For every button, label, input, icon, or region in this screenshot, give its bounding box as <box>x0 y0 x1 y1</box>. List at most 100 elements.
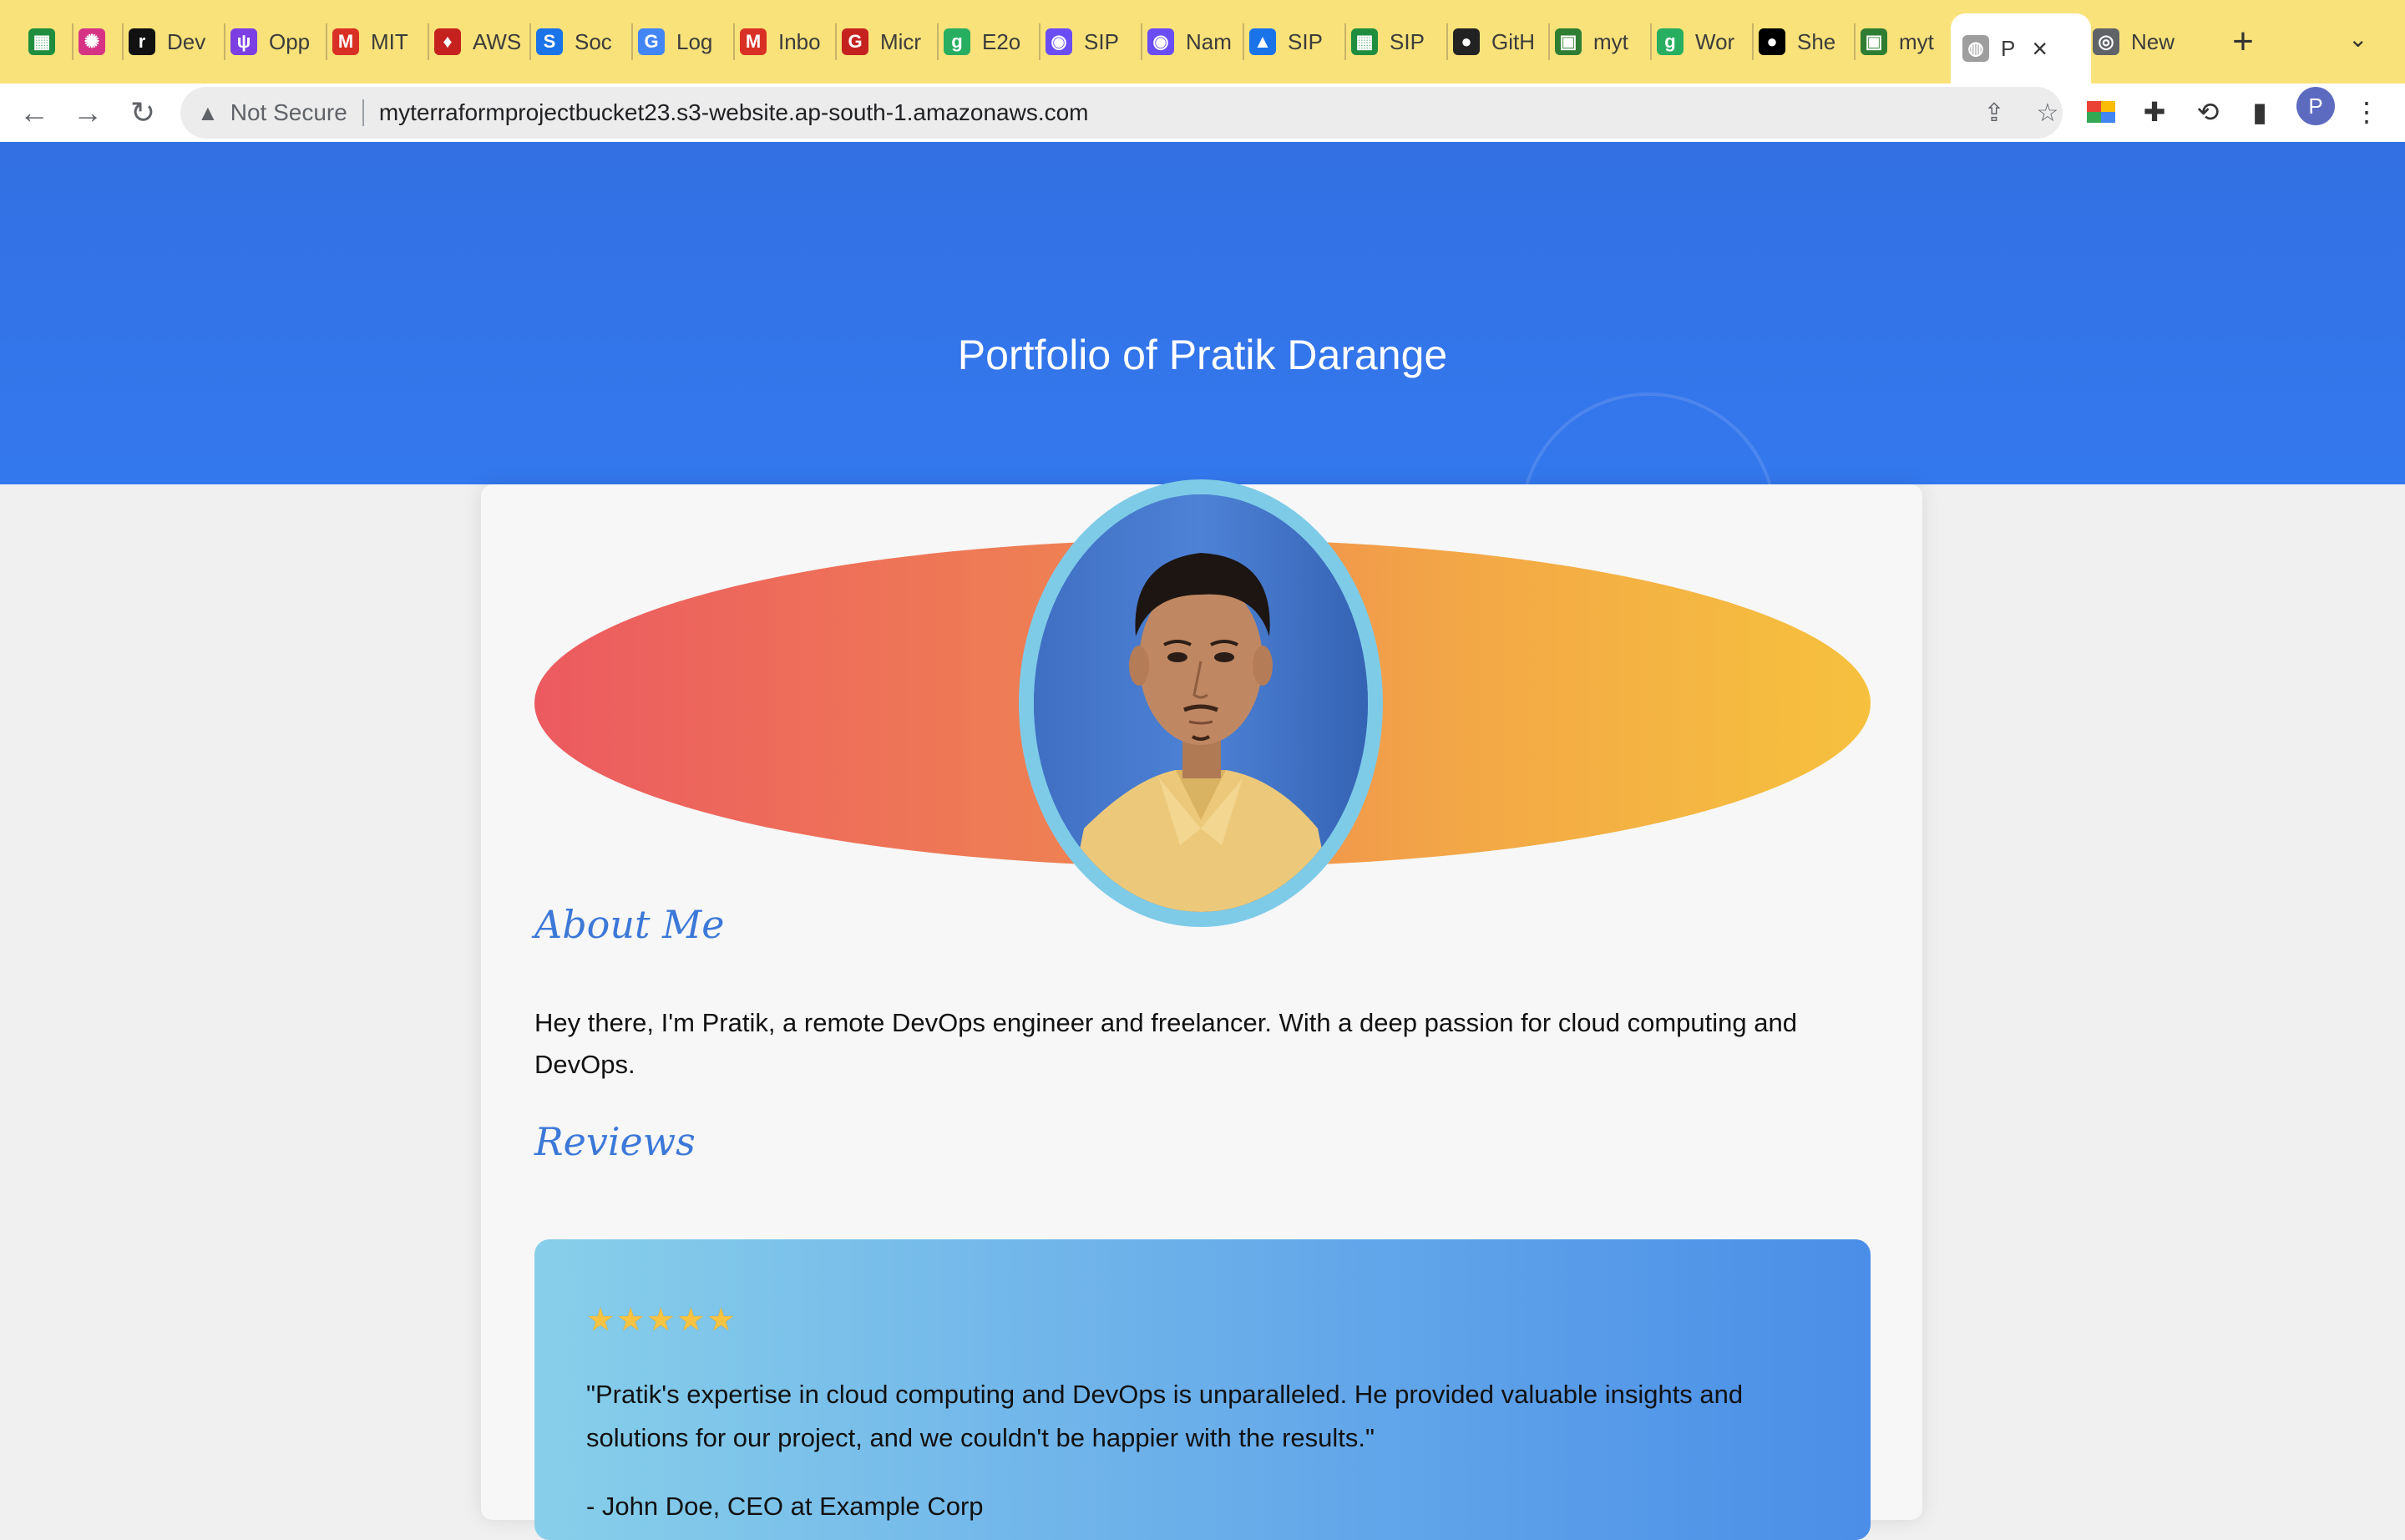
browser-tab[interactable]: G Micr <box>842 23 944 60</box>
tab-separator <box>326 23 327 60</box>
gmail-icon: M <box>740 28 767 55</box>
browser-tab[interactable]: ◎ New <box>2093 23 2195 60</box>
star-icon: ★ <box>646 1303 676 1338</box>
tab-separator <box>631 23 633 60</box>
terraform-icon: ▣ <box>1861 28 1887 55</box>
tab-title: Nam <box>1186 28 1232 54</box>
github-icon: ● <box>1453 28 1480 55</box>
tab-separator <box>937 23 939 60</box>
tab-title: Dev <box>167 28 206 54</box>
tab-separator <box>1344 23 1346 60</box>
tab-title: SIP <box>1390 28 1425 54</box>
aws-icon: ♦ <box>434 28 461 55</box>
tab-title: GitH <box>1491 28 1535 54</box>
star-icon: ★ <box>676 1303 706 1338</box>
extension-colorful-icon[interactable] <box>2083 94 2119 130</box>
star-icon: ★ <box>586 1303 615 1338</box>
tab-title: AWS <box>473 28 522 54</box>
security-label[interactable]: Not Secure <box>230 99 347 126</box>
new-tab-button[interactable]: + <box>2220 18 2266 65</box>
tab-separator <box>835 23 837 60</box>
tab-separator <box>122 23 124 60</box>
review-text: "Pratik's expertise in cloud computing a… <box>586 1380 1744 1452</box>
browser-tab[interactable]: r Dev <box>129 23 230 60</box>
browser-tab[interactable]: M MIT <box>332 23 434 60</box>
tab-title: She <box>1797 28 1836 54</box>
share-icon[interactable]: ⇪ <box>1979 98 2009 128</box>
browser-tab[interactable]: ✺ <box>78 23 129 60</box>
browser-tab[interactable]: ▲ SIP <box>1249 23 1351 60</box>
browser-tab[interactable]: ▦ SIP <box>1351 23 1453 60</box>
tab-title: Opp <box>269 28 311 54</box>
address-bar[interactable]: ▲ Not Secure myterraformprojectbucket23.… <box>180 87 2063 139</box>
tab-title: Inbo <box>778 28 821 54</box>
tab-title: P <box>2001 35 2016 61</box>
reload-button[interactable]: ↻ <box>122 92 164 134</box>
tab-title: New <box>2131 28 2175 54</box>
tab-separator <box>1446 23 1448 60</box>
tab-title: Soc <box>575 28 612 54</box>
tab-title: E2o <box>982 28 1021 54</box>
tab-separator <box>224 23 225 60</box>
url-text[interactable]: myterraformprojectbucket23.s3-website.ap… <box>379 99 1089 126</box>
bookmark-star-icon[interactable]: ☆ <box>2033 98 2063 128</box>
grid-icon: ✺ <box>78 28 105 55</box>
review-card: ★ ★ ★ ★ ★ "Pratik's expertise in cloud compu… <box>534 1239 1871 1540</box>
browser-tab[interactable]: ● She <box>1759 23 1861 60</box>
tab-separator <box>72 23 73 60</box>
tab-title: Wor <box>1695 28 1735 54</box>
tab-separator <box>733 23 735 60</box>
browser-tab[interactable]: S Soc <box>536 23 638 60</box>
tab-title: SIP <box>1084 28 1119 54</box>
tab-title: myt <box>1899 28 1934 54</box>
g-icon: G <box>842 28 868 55</box>
reviews-heading: Reviews <box>534 1119 696 1164</box>
globe-icon: ◍ <box>1962 35 1989 62</box>
forward-button[interactable]: → <box>67 92 109 134</box>
browser-tab[interactable]: g Wor <box>1657 23 1759 60</box>
profile-avatar[interactable]: P <box>2296 87 2335 125</box>
profile-photo <box>1019 479 1383 927</box>
menu-kebab-icon[interactable]: ⋮ <box>2348 94 2385 130</box>
browser-tab[interactable]: ▦ <box>28 23 78 60</box>
gmail-icon: M <box>332 28 359 55</box>
sheets-icon: ▦ <box>28 28 55 55</box>
terraform-icon: ▣ <box>1555 28 1582 55</box>
tab-title: MIT <box>371 28 408 54</box>
browser-tab[interactable]: ψ Opp <box>230 23 332 60</box>
star-icon: ★ <box>616 1303 646 1338</box>
about-heading: About Me <box>534 902 725 947</box>
drive-icon: ▲ <box>1249 28 1276 55</box>
profile-card: About Me Hey there, I'm Pratik, a remote… <box>481 479 1922 1540</box>
dev-icon: r <box>129 28 155 55</box>
tab-separator <box>428 23 429 60</box>
tab-search-chevron-icon[interactable]: ⌄ <box>2348 25 2367 53</box>
close-tab-icon[interactable]: × <box>2032 33 2048 64</box>
grammar-icon: g <box>1657 28 1684 55</box>
browser-tab[interactable]: ● GitH <box>1453 23 1555 60</box>
tab-title: myt <box>1593 28 1628 54</box>
extensions-puzzle-icon[interactable]: ✚ <box>2136 94 2173 130</box>
brain-icon: ◉ <box>1147 28 1174 55</box>
browser-tab[interactable]: g E2o <box>944 23 1046 60</box>
performance-icon[interactable]: ⟲ <box>2190 94 2226 130</box>
browser-tab[interactable]: ♦ AWS <box>434 23 536 60</box>
browser-tab[interactable]: ◍ P × <box>1951 13 2091 84</box>
back-button[interactable]: ← <box>13 92 55 134</box>
side-panel-icon[interactable]: ▮ <box>2241 94 2278 130</box>
chrome-icon: ◎ <box>2093 28 2119 55</box>
hero-banner: Portfolio of Pratik Darange <box>0 142 2405 484</box>
tab-title: SIP <box>1288 28 1323 54</box>
browser-tab[interactable]: M Inbo <box>740 23 842 60</box>
browser-tab[interactable]: ▣ myt <box>1555 23 1657 60</box>
grammar-icon: g <box>944 28 970 55</box>
tab-strip: ▦ ✺ r Dev ψ Opp M MIT ♦ AWS S Soc G Log M Inbo G Micr g E2o… <box>0 0 2405 84</box>
google-icon: G <box>638 28 665 55</box>
browser-tab[interactable]: ◉ SIP <box>1046 23 1147 60</box>
tab-separator <box>1141 23 1142 60</box>
tab-title: Log <box>676 28 713 54</box>
browser-tab[interactable]: ◉ Nam <box>1147 23 1249 60</box>
browser-tab[interactable]: G Log <box>638 23 740 60</box>
s-icon: S <box>536 28 563 55</box>
browser-tab[interactable]: ▣ myt <box>1861 23 1962 60</box>
